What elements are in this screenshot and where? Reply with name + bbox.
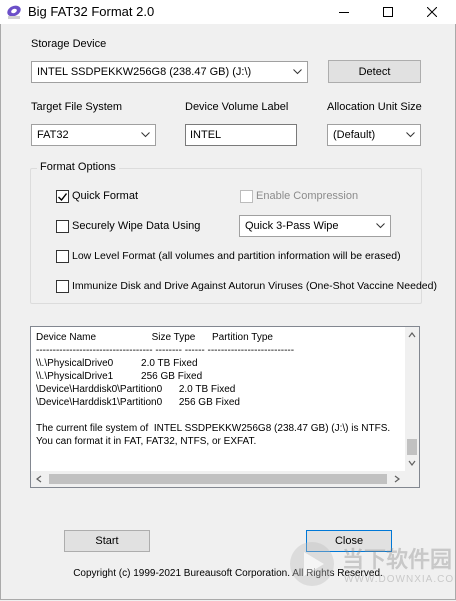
storage-device-select[interactable]: INTEL SSDPEKKW256G8 (238.47 GB) (J:\) (31, 61, 308, 83)
start-button[interactable]: Start (64, 530, 150, 552)
allocation-size-select[interactable]: (Default) (327, 124, 421, 146)
log-line: \Device\Harddisk1\Partition0 256 GB Fixe… (36, 397, 240, 408)
maximize-button[interactable] (366, 0, 410, 24)
log-line: \\.\PhysicalDrive0 2.0 TB Fixed (36, 358, 198, 369)
vertical-scrollbar-graphic (407, 332, 417, 466)
chevron-down-icon (405, 132, 415, 138)
storage-device-label: Storage Device (31, 38, 107, 50)
volume-label-input[interactable]: INTEL (185, 124, 297, 146)
log-line: \Device\Harddisk0\Partition0 2.0 TB Fixe… (36, 384, 236, 395)
watermark-domain: WWW.DOWNXIA.COM (344, 574, 456, 585)
secure-wipe-checkbox[interactable] (56, 220, 69, 233)
log-line: The current file system of INTEL SSDPEKK… (36, 423, 391, 434)
checkmark-icon (58, 192, 67, 201)
low-level-format-checkbox[interactable] (56, 250, 69, 263)
target-fs-select[interactable]: FAT32 (31, 124, 156, 146)
log-line: Device Name Size Type Partition Type (36, 332, 273, 343)
app-icon (6, 4, 22, 20)
enable-compression-checkbox[interactable] (240, 190, 253, 203)
close-icon (427, 7, 437, 17)
allocation-size-value: (Default) (333, 129, 376, 141)
quick-format-label: Quick Format (72, 190, 139, 202)
log-line: ----------------------------------- ----… (36, 345, 295, 356)
chevron-down-icon (375, 223, 385, 229)
target-fs-label: Target File System (31, 101, 123, 113)
chevron-down-icon (140, 132, 150, 138)
close-button[interactable] (410, 0, 454, 24)
immunize-checkbox[interactable] (56, 280, 69, 293)
detect-button[interactable]: Detect (328, 60, 421, 83)
minimize-icon (339, 12, 349, 13)
log-line: You can format it in FAT, FAT32, NTFS, o… (36, 436, 257, 447)
immunize-label: Immunize Disk and Drive Against Autorun … (72, 280, 437, 292)
format-options-title: Format Options (37, 161, 119, 173)
scroll-corner (405, 471, 419, 487)
vertical-scrollbar[interactable] (405, 327, 419, 471)
horizontal-scrollbar-graphic (36, 474, 400, 484)
volume-label-label: Device Volume Label (185, 101, 289, 113)
watermark-text: 当下软件园 (342, 548, 453, 573)
minimize-button[interactable] (322, 0, 366, 24)
maximize-icon (383, 7, 393, 17)
storage-device-value: INTEL SSDPEKKW256G8 (238.47 GB) (J:\) (37, 66, 252, 78)
chevron-down-icon (292, 69, 302, 75)
log-line: \\.\PhysicalDrive1 256 GB Fixed (36, 371, 203, 382)
allocation-size-label: Allocation Unit Size (327, 101, 422, 113)
wipe-method-value: Quick 3-Pass Wipe (245, 220, 339, 232)
target-fs-value: FAT32 (37, 129, 69, 141)
site-watermark: 当下软件园 WWW.DOWNXIA.COM (286, 536, 456, 598)
secure-wipe-label: Securely Wipe Data Using (72, 220, 201, 232)
quick-format-checkbox[interactable] (56, 190, 69, 203)
horizontal-scrollbar[interactable] (31, 471, 405, 487)
enable-compression-label: Enable Compression (256, 190, 359, 202)
low-level-format-label: Low Level Format (all volumes and partit… (72, 250, 401, 262)
device-info-log[interactable]: Device Name Size Type Partition Type ---… (30, 326, 420, 488)
window-title: Big FAT32 Format 2.0 (28, 4, 155, 19)
wipe-method-select[interactable]: Quick 3-Pass Wipe (239, 215, 391, 237)
